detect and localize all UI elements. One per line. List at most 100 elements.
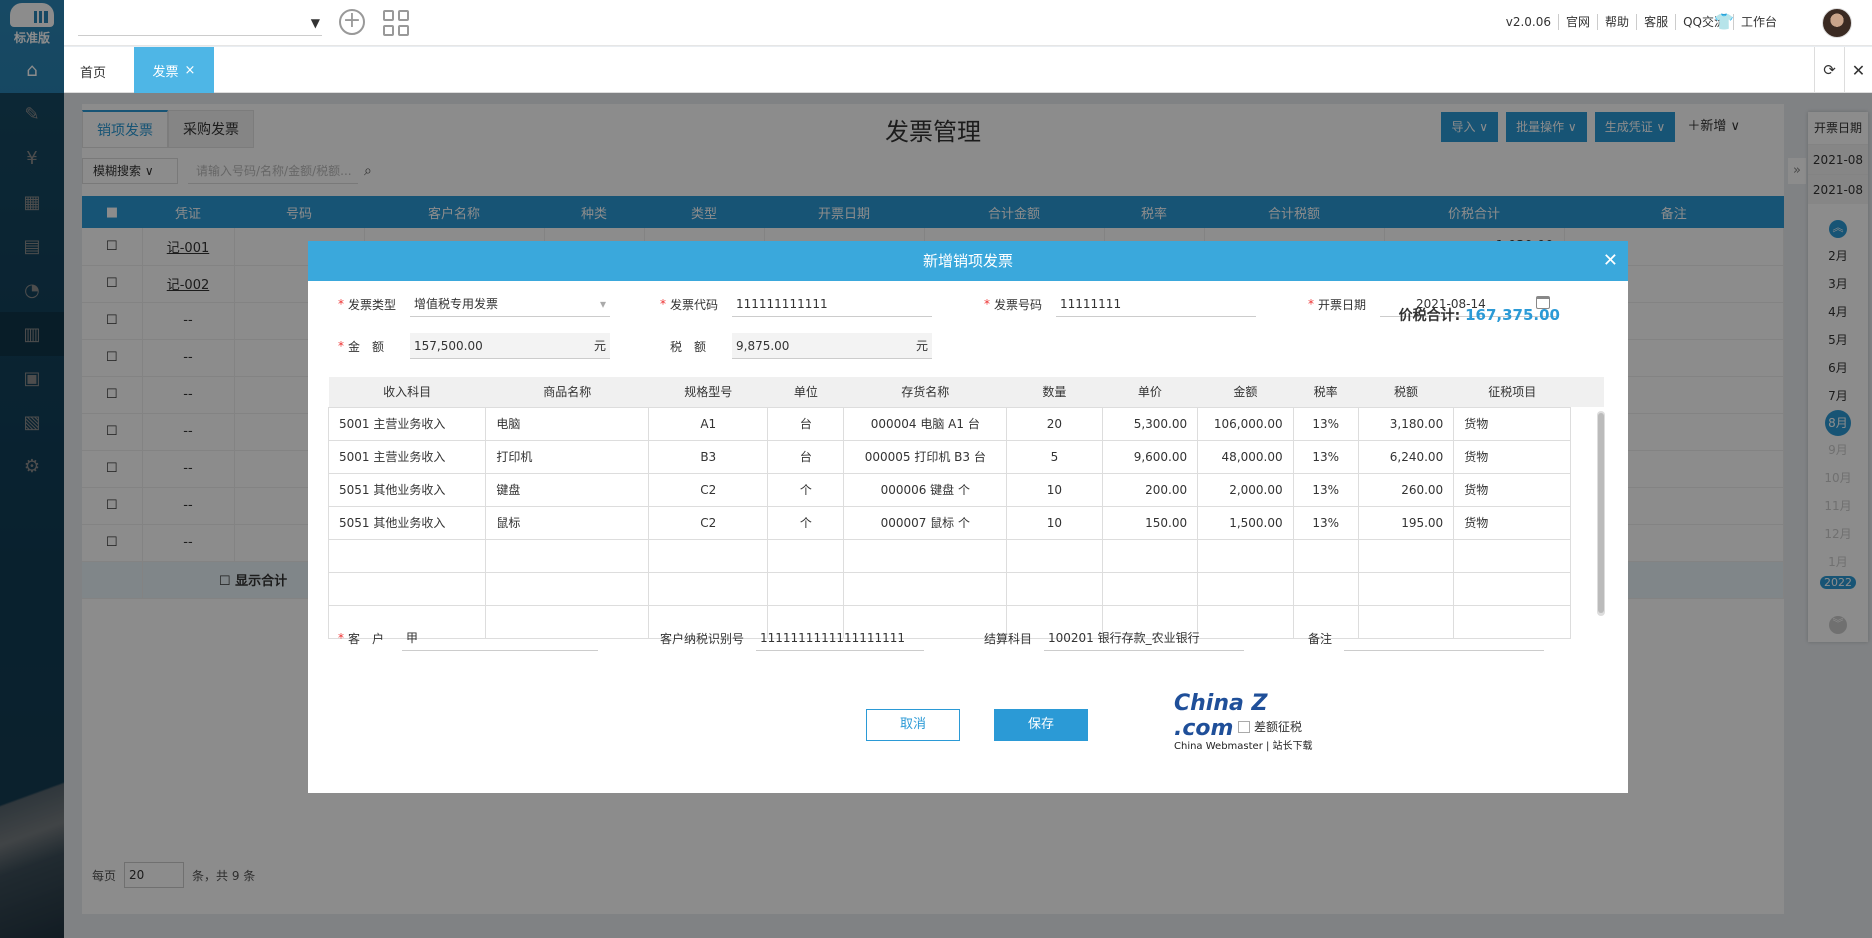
company-select[interactable]: ▼ bbox=[78, 10, 322, 36]
line-cell-spec[interactable] bbox=[648, 571, 769, 606]
line-cell-tax[interactable] bbox=[1357, 538, 1455, 573]
line-cell-tax[interactable]: 195.00 bbox=[1357, 505, 1455, 540]
line-row[interactable] bbox=[327, 538, 1604, 573]
diff-tax-checkbox[interactable]: 差额征税 bbox=[1238, 718, 1302, 735]
line-cell-product[interactable]: 电脑 bbox=[485, 406, 650, 441]
line-row[interactable]: 5051 其他业务收入 键盘 C2 个 000006 键盘 个 10 200.00 2,000… bbox=[327, 472, 1604, 507]
line-cell-subject[interactable]: 5001 主营业务收入 bbox=[327, 439, 487, 474]
service-link[interactable]: 客服 bbox=[1637, 14, 1677, 30]
line-cell-price[interactable]: 5,300.00 bbox=[1101, 406, 1199, 441]
line-cell-item[interactable] bbox=[1453, 538, 1572, 573]
cancel-button[interactable]: 取消 bbox=[866, 709, 960, 741]
line-cell-amount[interactable]: 106,000.00 bbox=[1197, 406, 1294, 441]
line-cell-price[interactable]: 150.00 bbox=[1101, 505, 1199, 540]
line-cell-item[interactable] bbox=[1453, 571, 1572, 606]
line-cell-subject[interactable] bbox=[327, 571, 487, 606]
amount-input[interactable]: 157,500.00 元 bbox=[410, 333, 610, 359]
line-cell-inventory[interactable] bbox=[843, 571, 1008, 606]
workbench-link[interactable]: 工作台 bbox=[1734, 14, 1784, 30]
line-cell-spec[interactable] bbox=[648, 538, 769, 573]
line-cell-qty[interactable] bbox=[1006, 571, 1103, 606]
line-cell-amount[interactable] bbox=[1197, 538, 1294, 573]
line-cell-rate[interactable]: 13% bbox=[1292, 472, 1359, 507]
line-cell-product[interactable] bbox=[485, 538, 650, 573]
line-cell-product[interactable] bbox=[485, 571, 650, 606]
add-circle-icon[interactable]: + bbox=[339, 9, 365, 35]
dialog-close-icon[interactable]: ✕ bbox=[1603, 241, 1618, 281]
app-grid-icon[interactable] bbox=[383, 10, 409, 36]
line-cell-price[interactable]: 9,600.00 bbox=[1101, 439, 1199, 474]
line-cell-price[interactable]: 200.00 bbox=[1101, 472, 1199, 507]
line-cell-unit[interactable]: 个 bbox=[767, 505, 845, 540]
line-cell-price[interactable] bbox=[1101, 538, 1199, 573]
line-cell-product[interactable]: 鼠标 bbox=[485, 505, 650, 540]
tab-close-icon[interactable]: × bbox=[185, 63, 196, 78]
line-cell-amount[interactable]: 48,000.00 bbox=[1197, 439, 1294, 474]
line-cell-unit[interactable] bbox=[767, 538, 845, 573]
line-cell-inventory[interactable]: 000007 鼠标 个 bbox=[843, 505, 1008, 540]
line-row[interactable]: 5051 其他业务收入 鼠标 C2 个 000007 鼠标 个 10 150.00 1,500… bbox=[327, 505, 1604, 540]
line-cell-amount[interactable] bbox=[1197, 571, 1294, 606]
avatar[interactable] bbox=[1822, 8, 1852, 38]
line-cell-inventory[interactable]: 000005 打印机 B3 台 bbox=[843, 439, 1008, 474]
line-cell-subject[interactable]: 5001 主营业务收入 bbox=[327, 406, 487, 441]
line-cell-unit[interactable] bbox=[767, 571, 845, 606]
refresh-icon[interactable]: ⟳ bbox=[1814, 47, 1844, 93]
line-cell-spec[interactable]: C2 bbox=[648, 505, 769, 540]
line-cell-subject[interactable]: 5051 其他业务收入 bbox=[327, 505, 487, 540]
official-site-link[interactable]: 官网 bbox=[1559, 14, 1599, 30]
line-cell-tax[interactable] bbox=[1357, 571, 1455, 606]
line-cell-unit[interactable]: 个 bbox=[767, 472, 845, 507]
invoice-number-input[interactable]: 11111111 bbox=[1056, 291, 1256, 317]
settle-account-input[interactable]: 100201 银行存款_农业银行 bbox=[1044, 625, 1244, 651]
line-cell-price[interactable] bbox=[1101, 571, 1199, 606]
line-cell-tax[interactable]: 3,180.00 bbox=[1357, 406, 1455, 441]
line-cell-subject[interactable] bbox=[327, 538, 487, 573]
line-cell-item[interactable]: 货物 bbox=[1453, 505, 1572, 540]
line-cell-inventory[interactable] bbox=[843, 538, 1008, 573]
line-cell-item[interactable]: 货物 bbox=[1453, 472, 1572, 507]
line-row[interactable]: 5001 主营业务收入 打印机 B3 台 000005 打印机 B3 台 5 9,600.0… bbox=[327, 439, 1604, 474]
line-cell-spec[interactable]: A1 bbox=[648, 406, 769, 441]
line-cell-spec[interactable]: C2 bbox=[648, 472, 769, 507]
line-row[interactable]: 5001 主营业务收入 电脑 A1 台 000004 电脑 A1 台 20 5,300.00… bbox=[327, 406, 1604, 441]
invoice-code-input[interactable]: 111111111111 bbox=[732, 291, 932, 317]
line-cell-spec[interactable]: B3 bbox=[648, 439, 769, 474]
line-cell-inventory[interactable]: 000004 电脑 A1 台 bbox=[843, 406, 1008, 441]
line-cell-unit[interactable]: 台 bbox=[767, 406, 845, 441]
line-cell-qty[interactable] bbox=[1006, 538, 1103, 573]
line-cell-tax[interactable]: 260.00 bbox=[1357, 472, 1455, 507]
line-cell-item[interactable]: 货物 bbox=[1453, 439, 1572, 474]
customer-input[interactable]: 甲 bbox=[402, 625, 598, 651]
line-cell-item[interactable]: 货物 bbox=[1453, 406, 1572, 441]
line-cell-qty[interactable]: 10 bbox=[1006, 472, 1103, 507]
save-button[interactable]: 保存 bbox=[994, 709, 1088, 741]
line-cell-qty[interactable]: 5 bbox=[1006, 439, 1103, 474]
line-cell-unit[interactable]: 台 bbox=[767, 439, 845, 474]
taxid-input[interactable]: 1111111111111111111 bbox=[756, 625, 924, 651]
line-cell-tax[interactable]: 6,240.00 bbox=[1357, 439, 1455, 474]
theme-shirt-icon[interactable]: 👕 bbox=[1714, 12, 1734, 31]
close-all-icon[interactable]: ✕ bbox=[1844, 47, 1872, 93]
line-cell-amount[interactable]: 1,500.00 bbox=[1197, 505, 1294, 540]
line-cell-subject[interactable]: 5051 其他业务收入 bbox=[327, 472, 487, 507]
lines-scrollbar[interactable] bbox=[1597, 411, 1605, 616]
line-row[interactable] bbox=[327, 571, 1604, 606]
line-cell-qty[interactable]: 10 bbox=[1006, 505, 1103, 540]
line-cell-product[interactable]: 打印机 bbox=[485, 439, 650, 474]
help-link[interactable]: 帮助 bbox=[1598, 14, 1638, 30]
line-cell-inventory[interactable]: 000006 键盘 个 bbox=[843, 472, 1008, 507]
remark-input[interactable] bbox=[1344, 625, 1544, 651]
line-cell-qty[interactable]: 20 bbox=[1006, 406, 1103, 441]
checkbox-icon[interactable] bbox=[1238, 720, 1250, 733]
line-cell-rate[interactable] bbox=[1292, 538, 1359, 573]
line-cell-rate[interactable]: 13% bbox=[1292, 505, 1359, 540]
line-cell-product[interactable]: 键盘 bbox=[485, 472, 650, 507]
tab-invoice[interactable]: 发票 × bbox=[134, 47, 214, 93]
line-cell-rate[interactable]: 13% bbox=[1292, 439, 1359, 474]
line-cell-rate[interactable]: 13% bbox=[1292, 406, 1359, 441]
tax-input[interactable]: 9,875.00 元 bbox=[732, 333, 932, 359]
tab-home[interactable]: 首页 bbox=[80, 62, 106, 81]
line-cell-rate[interactable] bbox=[1292, 571, 1359, 606]
invoice-type-select[interactable]: 增值税专用发票 ▾ bbox=[410, 291, 610, 317]
